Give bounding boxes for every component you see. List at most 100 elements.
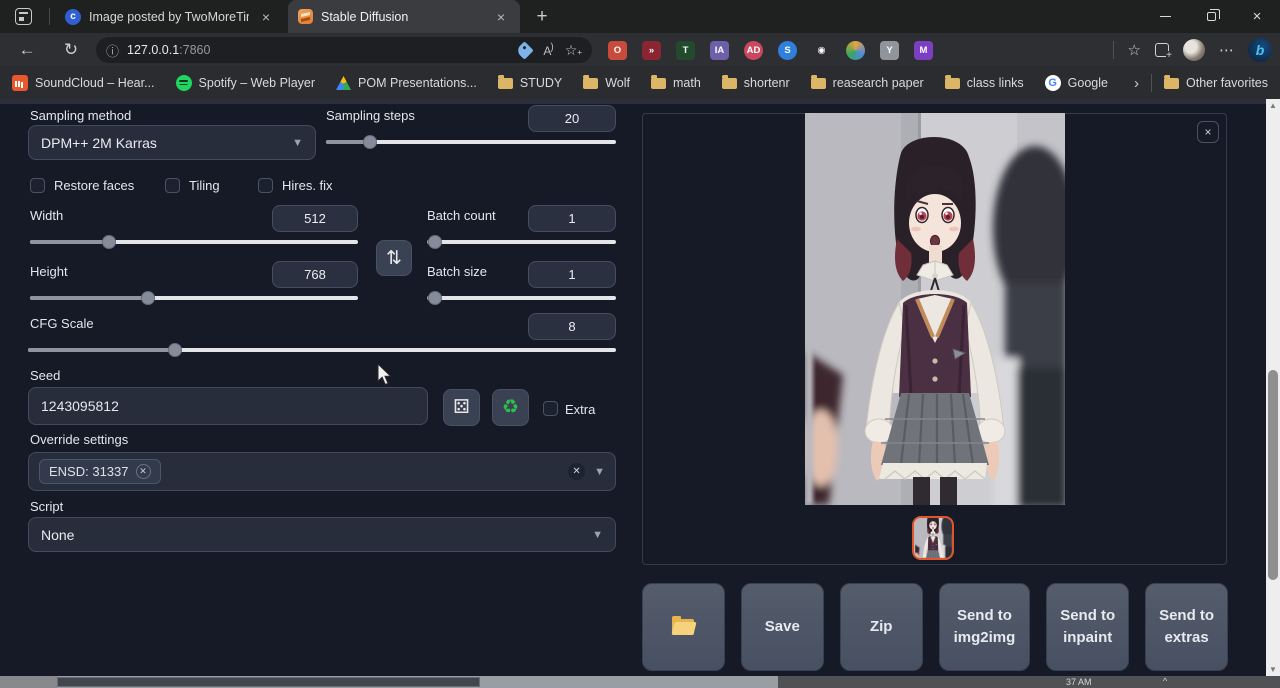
tray-chevron-icon[interactable]: ^ (1163, 676, 1167, 686)
new-tab-button[interactable]: + (530, 5, 554, 29)
scroll-up-icon[interactable]: ▲ (1266, 99, 1280, 112)
reuse-seed-button[interactable]: ♻ (492, 389, 529, 426)
folder-icon (583, 78, 598, 89)
height-label: Height (30, 264, 68, 279)
extension-icon-globe[interactable] (846, 41, 865, 60)
script-dropdown[interactable]: None▼ (28, 517, 616, 552)
cfg-scale-slider[interactable] (28, 343, 616, 357)
send-to-img2img-button[interactable]: Send to img2img (939, 583, 1031, 671)
scrollbar-thumb[interactable] (1268, 370, 1278, 580)
cfg-scale-input[interactable]: 8 (528, 313, 616, 340)
vertical-scrollbar[interactable]: ▲ ▼ (1266, 99, 1280, 676)
add-favorite-icon[interactable]: ☆+ (565, 42, 582, 59)
swap-dimensions-button[interactable]: ⇅ (376, 240, 412, 276)
seed-input[interactable]: 1243095812 (28, 387, 428, 425)
stable-diffusion-page: Sampling method DPM++ 2M Karras▼ Samplin… (0, 99, 1280, 676)
extension-icon-m[interactable]: M (914, 41, 933, 60)
generated-image[interactable] (805, 113, 1065, 505)
send-to-extras-button[interactable]: Send to extras (1145, 583, 1228, 671)
bookmark-folder-study[interactable]: STUDY (498, 76, 562, 90)
bookmark-spotify[interactable]: Spotify – Web Player (176, 75, 316, 91)
batch-size-label: Batch size (427, 264, 487, 279)
restore-icon (1207, 12, 1216, 21)
send-to-inpaint-button[interactable]: Send to inpaint (1046, 583, 1129, 671)
batch-size-slider[interactable] (427, 291, 616, 305)
extension-icon-o[interactable]: O (608, 41, 627, 60)
random-seed-button[interactable]: ⚄ (443, 389, 480, 426)
extensions-row: O » T IA AD S ◉ Y M (608, 33, 933, 67)
bookmark-folder-shortenr[interactable]: shortenr (722, 76, 790, 90)
extra-checkbox[interactable] (543, 401, 558, 416)
bookmark-other-favorites[interactable]: Other favorites (1164, 76, 1268, 90)
address-bar[interactable]: ⓘ 127.0.0.1:7860 A) ☆+ (96, 37, 592, 63)
refresh-button[interactable]: ↻ (56, 33, 86, 67)
bookmark-folder-research[interactable]: reasearch paper (811, 76, 924, 90)
tab-close-icon[interactable]: × (492, 8, 510, 26)
width-input[interactable]: 512 (272, 205, 358, 232)
extension-icon-shazam[interactable]: S (778, 41, 797, 60)
sampling-steps-input[interactable]: 20 (528, 105, 616, 132)
favorites-icon[interactable]: ☆ (1128, 41, 1141, 59)
swap-icon: ⇅ (386, 247, 402, 270)
save-button[interactable]: Save (741, 583, 824, 671)
window-close-button[interactable]: × (1234, 0, 1280, 33)
bookmark-folder-wolf[interactable]: Wolf (583, 76, 630, 90)
workspaces-button[interactable] (0, 0, 46, 33)
token-remove-icon[interactable]: ✕ (136, 464, 151, 479)
horizontal-scrollbar-thumb[interactable] (57, 677, 480, 687)
scroll-down-icon[interactable]: ▼ (1266, 663, 1280, 676)
clear-all-icon[interactable]: ✕ (568, 463, 585, 480)
profile-avatar[interactable] (1183, 39, 1205, 61)
bookmark-folder-classlinks[interactable]: class links (945, 76, 1024, 90)
read-aloud-icon[interactable]: A) (543, 42, 552, 58)
batch-count-input[interactable]: 1 (528, 205, 616, 232)
taskbar-clock: 37 AM (1066, 677, 1092, 687)
bookmark-google[interactable]: GGoogle (1045, 75, 1108, 91)
restore-button[interactable] (1188, 0, 1234, 33)
google-icon: G (1045, 75, 1061, 91)
batch-count-slider[interactable] (427, 235, 616, 249)
minimize-button[interactable] (1142, 0, 1188, 33)
bookmark-soundcloud[interactable]: SoundCloud – Hear... (12, 75, 155, 91)
tag-icon[interactable] (516, 41, 534, 59)
extension-icon-ia[interactable]: IA (710, 41, 729, 60)
override-settings-box[interactable]: ENSD: 31337✕ ✕ ▼ (28, 452, 616, 491)
extension-icon-y[interactable]: Y (880, 41, 899, 60)
bookmarks-overflow-chevron[interactable]: › (1134, 75, 1139, 92)
workspaces-icon (15, 8, 32, 25)
chevron-down-icon[interactable]: ▼ (594, 466, 605, 478)
restore-faces-checkbox[interactable] (30, 178, 45, 193)
folder-icon (811, 78, 826, 89)
extension-icon-pin[interactable]: ◉ (812, 41, 831, 60)
batch-size-input[interactable]: 1 (528, 261, 616, 288)
sampling-method-label: Sampling method (30, 108, 131, 123)
gallery-thumbnail[interactable] (912, 516, 954, 560)
zip-button[interactable]: Zip (840, 583, 923, 671)
tab-close-icon[interactable]: × (257, 8, 275, 26)
height-slider[interactable] (30, 291, 358, 305)
spotify-icon (176, 75, 192, 91)
site-info-icon[interactable]: ⓘ (106, 41, 119, 60)
gallery-close-button[interactable]: × (1197, 121, 1219, 143)
width-slider[interactable] (30, 235, 358, 249)
tab-image-posted[interactable]: c Image posted by TwoMoreTimes × (55, 0, 285, 33)
collections-icon[interactable] (1155, 43, 1169, 57)
open-folder-button[interactable] (642, 583, 725, 671)
override-token[interactable]: ENSD: 31337✕ (39, 459, 161, 484)
bookmark-folder-math[interactable]: math (651, 76, 701, 90)
extension-icon-green[interactable]: T (676, 41, 695, 60)
bookmark-pom[interactable]: POM Presentations... (336, 76, 477, 90)
settings-more-icon[interactable]: ⋯ (1219, 41, 1234, 59)
hires-fix-checkbox[interactable] (258, 178, 273, 193)
browser-toolbar: ← ↻ ⓘ 127.0.0.1:7860 A) ☆+ O » T IA AD S… (0, 33, 1280, 67)
tab-stable-diffusion[interactable]: Stable Diffusion × (288, 0, 520, 33)
sampling-steps-slider[interactable] (326, 135, 616, 149)
tiling-checkbox[interactable] (165, 178, 180, 193)
extension-icon-speed[interactable]: » (642, 41, 661, 60)
extension-icon-ad[interactable]: AD (744, 41, 763, 60)
bing-chat-icon[interactable]: b (1248, 38, 1272, 62)
sampling-method-dropdown[interactable]: DPM++ 2M Karras▼ (28, 125, 316, 160)
url-text[interactable]: 127.0.0.1:7860 (127, 43, 210, 57)
back-button[interactable]: ← (12, 33, 42, 67)
height-input[interactable]: 768 (272, 261, 358, 288)
